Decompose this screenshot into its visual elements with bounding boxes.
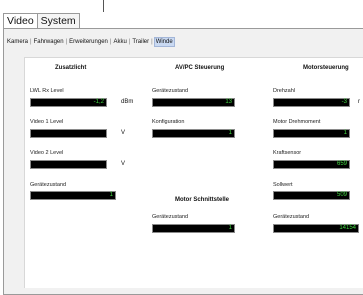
subtab-fahrwagen[interactable]: Fahrwagen: [33, 38, 65, 46]
motor-drehmoment-field: 1: [273, 129, 350, 138]
lwl-rx-level-value: -1,2: [93, 99, 104, 105]
video1-level-field: [30, 129, 107, 138]
label-geraetezustand-motorsteuerung: Gerätezustand: [273, 214, 310, 220]
kraftsensor-value: 659: [336, 161, 347, 167]
main-tab-bar: Video System: [3, 13, 80, 29]
label-geraetezustand-zusatzlicht: Gerätezustand: [30, 182, 67, 188]
system-panel: Kamera | Fahrwagen | Erweiterungen | Akk…: [3, 28, 363, 295]
motor-drehmoment-value: 1: [343, 130, 347, 136]
subtab-winde[interactable]: Winde: [153, 37, 175, 47]
subtab-erweiterungen[interactable]: Erweiterungen: [68, 38, 109, 46]
lwl-rx-level-unit: dBm: [121, 99, 134, 105]
tab-video[interactable]: Video: [3, 13, 38, 29]
drehzahl-unit: r: [358, 99, 360, 105]
geraetezustand-motor-schnittstelle-value: 1: [228, 225, 232, 231]
video1-level-unit: V: [121, 130, 126, 136]
video2-level-unit: V: [121, 161, 126, 167]
drehzahl-field: -3: [273, 98, 350, 107]
geraetezustand-avpc-field: 13: [152, 98, 235, 107]
kraftsensor-field: 659: [273, 160, 350, 169]
geraetezustand-avpc-value: 13: [225, 99, 232, 105]
sollwert-value: 509: [336, 192, 347, 198]
label-motor-drehmoment: Motor Drehmoment: [273, 119, 321, 125]
drehzahl-value: -3: [341, 99, 347, 105]
section-title-motorsteuerung: Motorsteuerung: [303, 65, 349, 71]
window-divider-line: [103, 0, 104, 12]
label-lwl-rx-level: LWL Rx Level: [30, 88, 64, 94]
subtab-akku[interactable]: Akku: [112, 38, 127, 46]
label-video1-level: Video 1 Level: [30, 119, 64, 125]
konfiguration-field: 1: [152, 129, 235, 138]
subtab-kamera[interactable]: Kamera: [6, 38, 29, 46]
label-kraftsensor: Kraftsensor: [273, 150, 302, 156]
sollwert-field: 509: [273, 191, 350, 200]
subtab-trailer[interactable]: Trailer: [131, 38, 150, 46]
konfiguration-value: 1: [228, 130, 232, 136]
section-title-avpc-steuerung: AV/PC Steuerung: [175, 65, 225, 71]
tab-system[interactable]: System: [37, 13, 80, 29]
winde-content: Zusatzlicht LWL Rx Level -1,2 dBm Video …: [24, 57, 363, 288]
label-geraetezustand-motor-schnittstelle: Gerätezustand: [152, 214, 189, 220]
label-drehzahl: Drehzahl: [273, 88, 296, 94]
section-title-zusatzlicht: Zusatzlicht: [55, 65, 87, 71]
label-konfiguration: Konfiguration: [152, 119, 185, 125]
geraetezustand-motorsteuerung-value: 14154: [339, 225, 356, 231]
label-video2-level: Video 2 Level: [30, 150, 64, 156]
section-title-motor-schnittstelle: Motor Schnittstelle: [175, 197, 230, 203]
geraetezustand-zusatzlicht-field: 1: [30, 191, 116, 200]
geraetezustand-zusatzlicht-value: 1: [109, 192, 113, 198]
video2-level-field: [30, 160, 107, 169]
geraetezustand-motorsteuerung-field: 14154: [273, 224, 359, 233]
lwl-rx-level-field: -1,2: [30, 98, 107, 107]
geraetezustand-motor-schnittstelle-field: 1: [152, 224, 235, 233]
label-sollwert: Sollwert: [273, 182, 293, 188]
label-geraetezustand-avpc: Gerätezustand: [152, 88, 189, 94]
sub-tab-bar: Kamera | Fahrwagen | Erweiterungen | Akk…: [6, 37, 175, 47]
